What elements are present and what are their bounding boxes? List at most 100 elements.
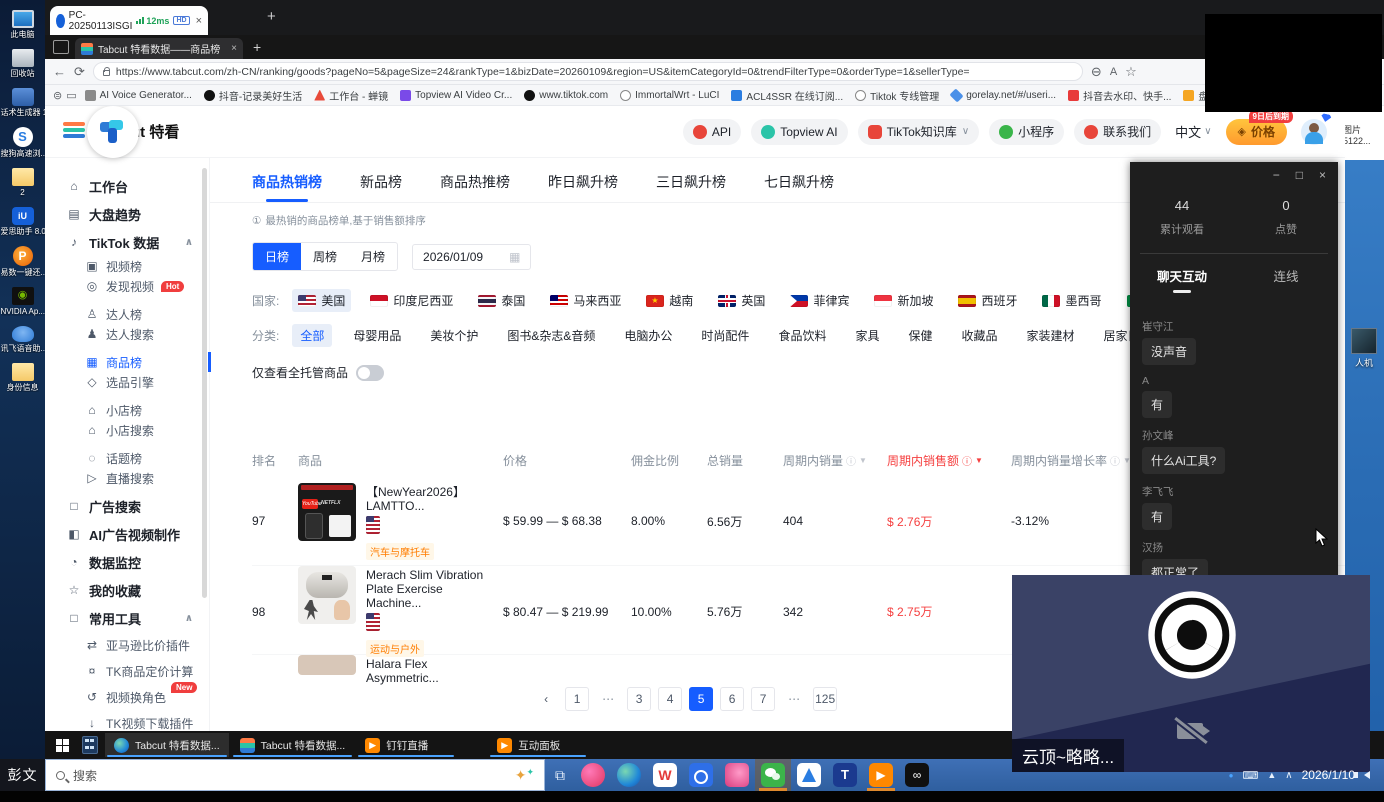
taskbar-search[interactable]: 搜索 ✦✦ xyxy=(45,759,545,791)
new-tab-icon[interactable]: + xyxy=(253,39,261,55)
desktop-icon-this-pc[interactable]: 此电脑 xyxy=(0,10,45,39)
desktop-icon-script-gen[interactable]: 话术生成器 12.0版 xyxy=(0,88,45,117)
sidebar-item-data-monitor[interactable]: ◔数据监控 xyxy=(67,548,209,576)
desktop-icon-folder-2[interactable]: 2 xyxy=(0,168,45,197)
sidebar-item-creator-search[interactable]: ♟达人搜索 xyxy=(67,324,209,344)
page-7[interactable]: 7 xyxy=(751,687,775,711)
tray-app-icon[interactable]: ● xyxy=(1229,771,1234,780)
country-mx[interactable]: 墨西哥 xyxy=(1036,289,1107,312)
country-my[interactable]: 马来西亚 xyxy=(544,289,627,312)
country-sg[interactable]: 新加坡 xyxy=(868,289,939,312)
desktop-icon-renji[interactable]: 人机 xyxy=(1344,328,1384,369)
page-125[interactable]: 125 xyxy=(813,687,837,711)
bookmarks-folder-icon[interactable]: ▭ xyxy=(66,89,76,102)
desktop-icon-nvidia[interactable]: ◉NVIDIA Ap... xyxy=(0,287,45,316)
bookmark[interactable]: ACL4SSR 在线订阅... xyxy=(727,88,847,103)
desktop-icon-yishu[interactable]: P易数一键还... xyxy=(0,246,45,277)
bookmark[interactable]: 抖音-记录美好生活 xyxy=(200,88,306,103)
tab-chat-interaction[interactable]: 聊天互动 xyxy=(1130,266,1234,293)
prev-page-icon[interactable]: ‹ xyxy=(534,687,558,711)
period-weekly[interactable]: 周榜 xyxy=(301,243,349,270)
sortable-header-active[interactable]: 周期内销售额ⓘ▼ xyxy=(887,452,1011,469)
close-session-icon[interactable]: × xyxy=(196,15,202,27)
bookmark[interactable]: 抖音去水印、快手... xyxy=(1064,88,1175,103)
taskbar-app-edge[interactable] xyxy=(611,759,647,791)
page-6[interactable]: 6 xyxy=(720,687,744,711)
read-aloud-icon[interactable]: A xyxy=(1110,66,1117,78)
taskbar-app-wechat[interactable] xyxy=(755,759,791,791)
taskbar-app-meeting[interactable] xyxy=(683,759,719,791)
category-fashion[interactable]: 时尚配件 xyxy=(693,324,757,347)
category-home-improvement[interactable]: 家装建材 xyxy=(1019,324,1083,347)
taskbar-app-capcut[interactable]: ∞ xyxy=(899,759,935,791)
sortable-header[interactable]: 周期内销量ⓘ▼ xyxy=(783,452,887,469)
taskbar-app-topview[interactable]: T xyxy=(827,759,863,791)
sidebar-scrollbar[interactable] xyxy=(202,168,207,598)
sortable-header[interactable]: 周期内销量增长率ⓘ▼ xyxy=(1011,452,1141,469)
taskbar-app-wps[interactable]: W xyxy=(647,759,683,791)
category-all[interactable]: 全部 xyxy=(292,324,332,347)
country-ph[interactable]: 菲律宾 xyxy=(784,289,855,312)
sidebar-item-video-rank[interactable]: ▣视频榜 xyxy=(67,256,209,276)
bookmark[interactable]: 工作台 - 蝉镜 xyxy=(310,88,392,103)
category-baby[interactable]: 母婴用品 xyxy=(345,324,409,347)
sort-icon[interactable]: ▼ xyxy=(975,456,983,465)
collapse-icon[interactable]: ∧ xyxy=(185,237,193,248)
sidebar-group-tiktok-data[interactable]: ♪TikTok 数据∧ xyxy=(67,228,209,256)
bookmark[interactable]: www.tiktok.com xyxy=(520,90,612,101)
page-4[interactable]: 4 xyxy=(658,687,682,711)
managed-toggle[interactable] xyxy=(356,365,384,381)
sidebar-item-creator-rank[interactable]: ♙达人榜 xyxy=(67,304,209,324)
category-computer[interactable]: 电脑办公 xyxy=(616,324,680,347)
tray-date[interactable]: 2026/1/10 xyxy=(1302,768,1355,782)
task-view-icon[interactable]: ⧉ xyxy=(545,759,575,791)
nav-topview-ai[interactable]: Topview AI xyxy=(751,119,847,145)
sidebar-item-ad-search[interactable]: □广告搜索 xyxy=(67,492,209,520)
sidebar-item-tk-downloader[interactable]: ↓TK视频下载插件 xyxy=(67,710,209,731)
sort-icon[interactable]: ▼ xyxy=(859,456,867,465)
nav-api[interactable]: API xyxy=(683,119,741,145)
taskbar-app-edge-tabcut[interactable]: Tabcut 特看数据... xyxy=(105,733,229,757)
sidebar-item-ai-ad-video[interactable]: ◧AI广告视频制作 xyxy=(67,520,209,548)
date-picker[interactable]: 2026/01/09▦ xyxy=(412,244,531,270)
bookmark[interactable]: ImmortalWrt - LuCI xyxy=(616,90,723,101)
sidebar-item-amazon-compare[interactable]: ⇄亚马逊比价插件 xyxy=(67,632,209,658)
ellipsis[interactable]: ⋯ xyxy=(596,687,620,711)
tab-3day-rising[interactable]: 三日飙升榜 xyxy=(656,172,726,202)
language-selector[interactable]: 中文∨ xyxy=(1175,122,1211,141)
desktop-icon-sogou[interactable]: S搜狗高速浏... xyxy=(0,127,45,158)
page-5-current[interactable]: 5 xyxy=(689,687,713,711)
sidebar-item-live-search[interactable]: ▷直播搜索 xyxy=(67,468,209,488)
country-vn[interactable]: 越南 xyxy=(640,289,699,312)
tab-yesterday-rising[interactable]: 昨日飙升榜 xyxy=(548,172,618,202)
zoom-out-icon[interactable]: ⊖ xyxy=(1091,64,1102,80)
wifi-icon[interactable]: ▲ xyxy=(1267,770,1276,780)
sidebar-item-product-engine[interactable]: ◇选品引擎 xyxy=(67,372,209,392)
speaker-icon[interactable] xyxy=(1364,771,1370,779)
close-icon[interactable]: × xyxy=(1319,168,1326,182)
sidebar-item-video-swap[interactable]: ↺视频换角色New xyxy=(67,684,209,710)
nav-mini-program[interactable]: 小程序 xyxy=(989,119,1064,145)
nav-tiktok-wiki[interactable]: TikTok知识库∨ xyxy=(858,119,980,145)
category-health[interactable]: 保健 xyxy=(900,324,940,347)
sidebar-item-topic-rank[interactable]: ◌话题榜 xyxy=(67,448,209,468)
bookmark[interactable]: gorelay.net/#/useri... xyxy=(947,90,1060,101)
tab-new-products[interactable]: 新品榜 xyxy=(360,172,402,202)
page-3[interactable]: 3 xyxy=(627,687,651,711)
new-session-icon[interactable]: + xyxy=(267,8,276,25)
sidebar-item-shop-search[interactable]: ⌂小店搜索 xyxy=(67,420,209,440)
close-tab-icon[interactable]: × xyxy=(231,43,237,54)
minimize-icon[interactable]: − xyxy=(1273,168,1280,182)
tray-expand-icon[interactable]: ∧ xyxy=(1285,770,1292,781)
tab-connect[interactable]: 连线 xyxy=(1234,266,1338,293)
taskbar-app-douyin[interactable] xyxy=(575,759,611,791)
taskbar-app-interactive-panel[interactable]: ▶互动面板 xyxy=(488,733,588,757)
price-button[interactable]: ◈ 价格 9日后到期 xyxy=(1226,119,1287,145)
bookmark[interactable]: AI Voice Generator... xyxy=(81,90,196,101)
sidebar-item-goods-rank[interactable]: ▦商品榜 xyxy=(67,352,209,372)
sidebar-item-discover-video[interactable]: ◎发现视频Hot xyxy=(67,276,209,296)
category-furniture[interactable]: 家具 xyxy=(847,324,887,347)
desktop-icon-xunfei[interactable]: 讯飞语音助... xyxy=(0,326,45,353)
refresh-icon[interactable]: ⟳ xyxy=(74,64,85,80)
category-books[interactable]: 图书&杂志&音频 xyxy=(499,324,603,347)
